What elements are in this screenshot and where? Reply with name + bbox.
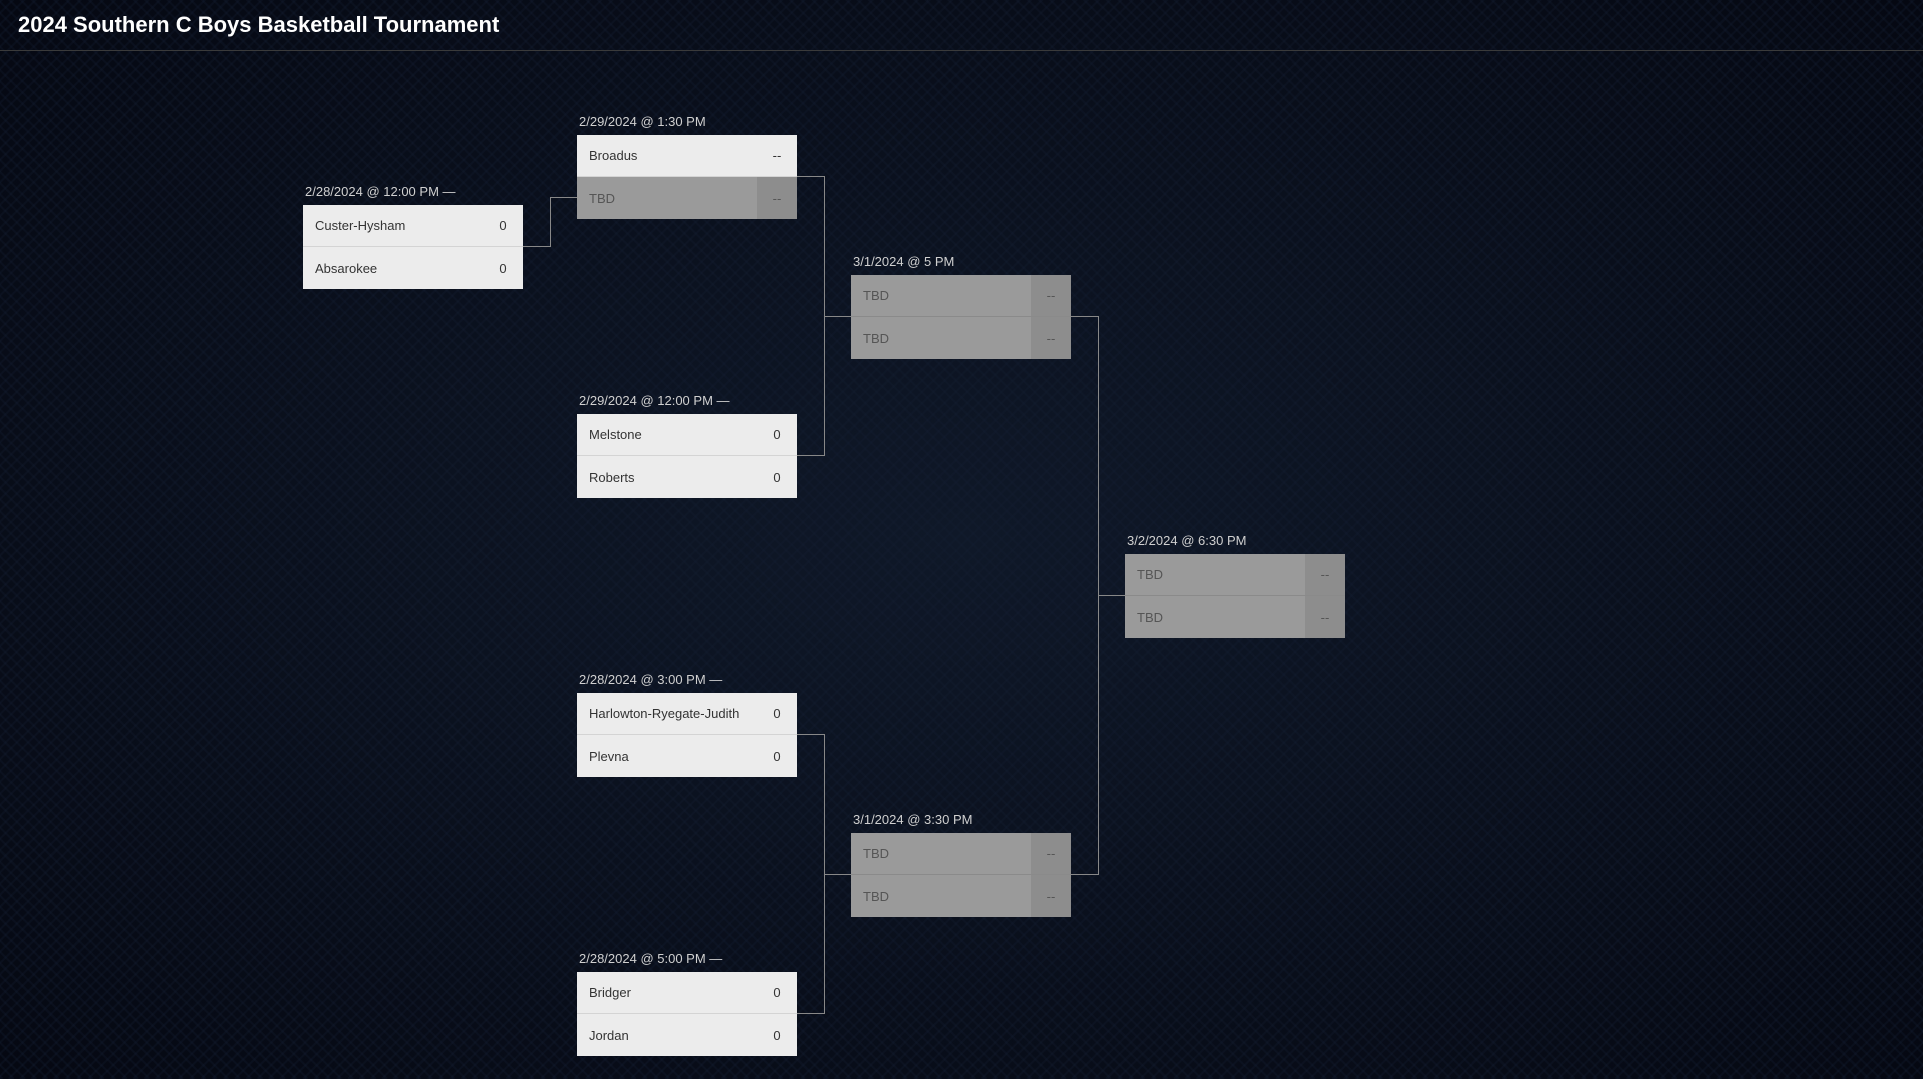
team-name: Roberts: [577, 470, 757, 485]
match-r2m2: 2/29/2024 @ 12:00 PM — Melstone 0 Robert…: [577, 393, 797, 498]
match-date: 2/29/2024 @ 1:30 PM: [577, 114, 797, 129]
team-row: Absarokee 0: [303, 247, 523, 289]
team-name: Custer-Hysham: [303, 218, 483, 233]
team-row: Custer-Hysham 0: [303, 205, 523, 247]
team-row: TBD --: [577, 177, 797, 219]
match-r1m1: 2/28/2024 @ 12:00 PM — Custer-Hysham 0 A…: [303, 184, 523, 289]
match-r2m1: 2/29/2024 @ 1:30 PM Broadus -- TBD --: [577, 114, 797, 219]
team-name: Absarokee: [303, 261, 483, 276]
match-date: 3/1/2024 @ 5 PM: [851, 254, 1071, 269]
team-row: Jordan 0: [577, 1014, 797, 1056]
bracket-connector: [824, 874, 851, 875]
page-header: 2024 Southern C Boys Basketball Tourname…: [0, 0, 1923, 51]
team-score: --: [1305, 596, 1345, 638]
match-date: 2/28/2024 @ 12:00 PM —: [303, 184, 523, 199]
team-row: TBD --: [851, 275, 1071, 317]
match-date: 2/28/2024 @ 5:00 PM —: [577, 951, 797, 966]
team-name: Jordan: [577, 1028, 757, 1043]
page-title: 2024 Southern C Boys Basketball Tourname…: [18, 12, 1905, 38]
team-name: Harlowton-Ryegate-Judith: [577, 706, 757, 721]
team-row: Harlowton-Ryegate-Judith 0: [577, 693, 797, 735]
team-row: TBD --: [851, 833, 1071, 875]
team-name: Plevna: [577, 749, 757, 764]
team-score: 0: [757, 985, 797, 1000]
team-row: Melstone 0: [577, 414, 797, 456]
team-name: TBD: [1125, 567, 1305, 582]
match-box[interactable]: Bridger 0 Jordan 0: [577, 972, 797, 1056]
team-row: Plevna 0: [577, 735, 797, 777]
team-name: TBD: [577, 191, 757, 206]
match-r4m1: 3/2/2024 @ 6:30 PM TBD -- TBD --: [1125, 533, 1345, 638]
team-score: 0: [757, 470, 797, 485]
match-box[interactable]: TBD -- TBD --: [1125, 554, 1345, 638]
team-score: --: [1305, 554, 1345, 595]
bracket-connector: [797, 176, 824, 177]
team-score: --: [1031, 317, 1071, 359]
bracket-connector: [797, 455, 824, 456]
team-name: Melstone: [577, 427, 757, 442]
team-score: 0: [483, 261, 523, 276]
team-name: Broadus: [577, 148, 757, 163]
match-box[interactable]: Broadus -- TBD --: [577, 135, 797, 219]
match-date: 3/2/2024 @ 6:30 PM: [1125, 533, 1345, 548]
team-score: 0: [757, 749, 797, 764]
team-row: TBD --: [1125, 554, 1345, 596]
team-score: 0: [757, 1028, 797, 1043]
team-name: TBD: [1125, 610, 1305, 625]
bracket-connector: [797, 1013, 824, 1014]
bracket-connector: [797, 734, 824, 735]
team-name: TBD: [851, 846, 1031, 861]
bracket-connector: [1098, 595, 1125, 596]
match-r2m4: 2/28/2024 @ 5:00 PM — Bridger 0 Jordan 0: [577, 951, 797, 1056]
match-box[interactable]: Harlowton-Ryegate-Judith 0 Plevna 0: [577, 693, 797, 777]
bracket-connector: [550, 197, 577, 198]
team-row: Roberts 0: [577, 456, 797, 498]
match-box[interactable]: Melstone 0 Roberts 0: [577, 414, 797, 498]
team-score: 0: [757, 427, 797, 442]
match-date: 2/28/2024 @ 3:00 PM —: [577, 672, 797, 687]
team-row: TBD --: [851, 317, 1071, 359]
bracket-connector: [1071, 316, 1098, 317]
team-score: --: [757, 177, 797, 219]
team-name: Bridger: [577, 985, 757, 1000]
match-box[interactable]: TBD -- TBD --: [851, 275, 1071, 359]
team-row: TBD --: [1125, 596, 1345, 638]
team-score: --: [1031, 875, 1071, 917]
match-box[interactable]: Custer-Hysham 0 Absarokee 0: [303, 205, 523, 289]
team-row: TBD --: [851, 875, 1071, 917]
bracket-connector: [1071, 874, 1098, 875]
bracket-connector: [523, 246, 550, 247]
match-box[interactable]: TBD -- TBD --: [851, 833, 1071, 917]
match-date: 3/1/2024 @ 3:30 PM: [851, 812, 1071, 827]
team-score: --: [757, 148, 797, 163]
team-name: TBD: [851, 288, 1031, 303]
bracket-connector: [824, 316, 851, 317]
team-name: TBD: [851, 331, 1031, 346]
team-score: --: [1031, 275, 1071, 316]
match-r3m1: 3/1/2024 @ 5 PM TBD -- TBD --: [851, 254, 1071, 359]
match-r2m3: 2/28/2024 @ 3:00 PM — Harlowton-Ryegate-…: [577, 672, 797, 777]
team-score: 0: [757, 706, 797, 721]
team-row: Bridger 0: [577, 972, 797, 1014]
bracket-container: 2/28/2024 @ 12:00 PM — Custer-Hysham 0 A…: [0, 51, 1923, 1079]
match-date: 2/29/2024 @ 12:00 PM —: [577, 393, 797, 408]
team-name: TBD: [851, 889, 1031, 904]
bracket-connector: [550, 197, 551, 247]
team-score: 0: [483, 218, 523, 233]
match-r3m2: 3/1/2024 @ 3:30 PM TBD -- TBD --: [851, 812, 1071, 917]
team-score: --: [1031, 833, 1071, 874]
team-row: Broadus --: [577, 135, 797, 177]
